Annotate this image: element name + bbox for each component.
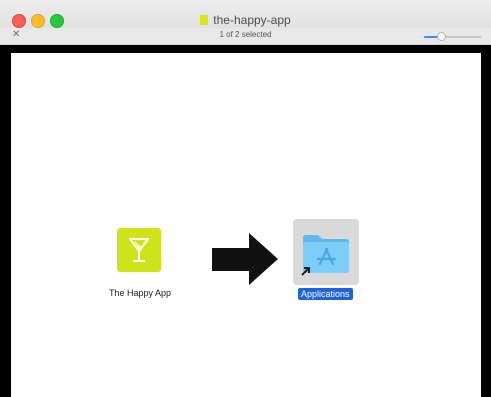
- happy-app-label[interactable]: The Happy App: [95, 288, 185, 298]
- applications-label[interactable]: Applications: [298, 288, 353, 300]
- applications-folder-icon[interactable]: [297, 226, 355, 278]
- slider-knob[interactable]: [437, 32, 446, 41]
- window-title-area: the-happy-app: [0, 13, 491, 27]
- icon-size-slider[interactable]: [424, 32, 482, 41]
- window-title: the-happy-app: [213, 13, 291, 27]
- title-bar[interactable]: the-happy-app: [0, 0, 491, 28]
- status-bar: ✕ 1 of 2 selected: [0, 28, 491, 45]
- icon-view-background: [11, 53, 481, 397]
- happy-app-icon[interactable]: [117, 228, 161, 272]
- selection-status: 1 of 2 selected: [219, 30, 272, 39]
- disk-image-icon: [200, 15, 209, 25]
- cocktail-glass-icon: [129, 238, 149, 262]
- finder-window: the-happy-app ✕ 1 of 2 selected The Happ…: [0, 0, 491, 397]
- content-frame: [0, 45, 491, 397]
- drag-arrow-icon: [212, 233, 278, 285]
